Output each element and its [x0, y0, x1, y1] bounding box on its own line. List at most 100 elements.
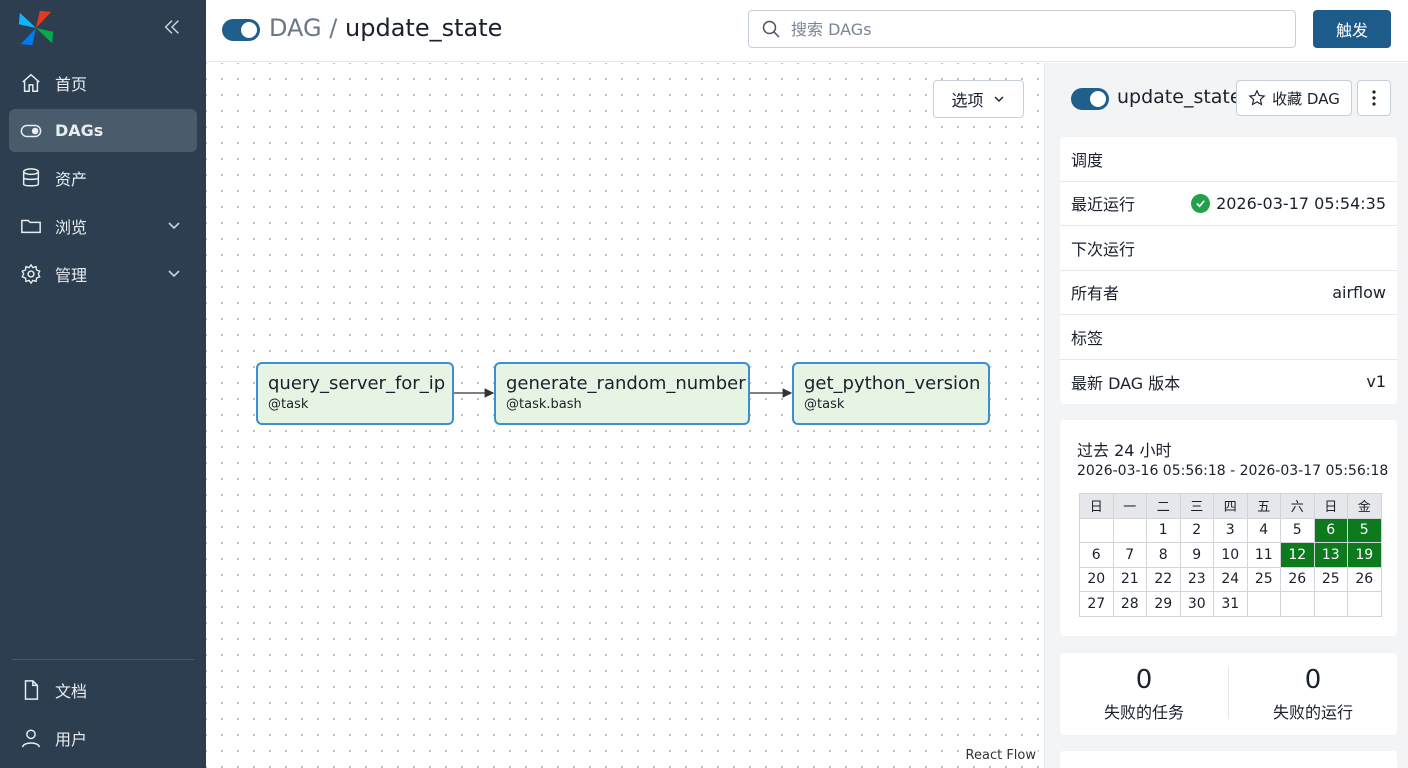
dag-pause-toggle[interactable]: [222, 19, 260, 41]
breadcrumb-separator: /: [329, 14, 338, 42]
sidebar-item-label: 资产: [55, 169, 88, 189]
sidebar-item-label: 管理: [55, 265, 88, 285]
dag-pause-toggle[interactable]: [1071, 88, 1109, 110]
calendar-day[interactable]: 1: [1146, 517, 1181, 543]
calendar-day[interactable]: 19: [1347, 542, 1382, 568]
sidebar-item-assets[interactable]: 资产: [9, 156, 197, 199]
calendar-day[interactable]: 23: [1179, 566, 1214, 592]
task-node[interactable]: query_server_for_ip @task: [256, 362, 454, 425]
task-node[interactable]: get_python_version @task: [792, 362, 990, 425]
calendar-day[interactable]: 25: [1246, 566, 1281, 592]
react-flow-attribution[interactable]: React Flow: [963, 747, 1038, 764]
more-options-button[interactable]: [1357, 80, 1391, 116]
sidebar-item-admin[interactable]: 管理: [9, 252, 197, 295]
calendar-day[interactable]: 21: [1112, 566, 1147, 592]
calendar-day[interactable]: 11: [1246, 542, 1281, 568]
collapse-sidebar-icon[interactable]: [160, 16, 184, 40]
calendar-day[interactable]: 30: [1179, 591, 1214, 617]
info-value: airflow: [1332, 282, 1386, 302]
calendar-weekday: 一: [1112, 493, 1147, 519]
favorite-label: 收藏 DAG: [1272, 89, 1340, 108]
calendar-weekday: 日: [1079, 493, 1114, 519]
page-header: DAG / update_state 触发: [206, 0, 1408, 62]
star-icon: [1248, 89, 1266, 106]
calendar-day[interactable]: 7: [1112, 542, 1147, 568]
calendar-day[interactable]: 13: [1313, 542, 1348, 568]
sidebar-item-browse[interactable]: 浏览: [9, 204, 197, 247]
document-icon: [19, 678, 43, 702]
task-type: @task.bash: [506, 397, 582, 412]
calendar-day[interactable]: 4: [1246, 517, 1281, 543]
info-label: 最近运行: [1071, 195, 1136, 215]
calendar-weekday: 日: [1313, 493, 1348, 519]
sidebar-item-label: 浏览: [55, 217, 88, 237]
calendar-day: [1280, 591, 1315, 617]
sidebar-item-docs[interactable]: 文档: [9, 668, 197, 711]
calendar-day[interactable]: 10: [1213, 542, 1248, 568]
favorite-dag-button[interactable]: 收藏 DAG: [1236, 80, 1352, 116]
last-run-link[interactable]: 2026-03-17 05:54:35: [1216, 194, 1386, 213]
options-button[interactable]: 选项: [933, 80, 1024, 118]
info-value: v1: [1366, 372, 1386, 392]
task-name: generate_random_number: [506, 373, 746, 394]
search-input[interactable]: [791, 19, 1271, 39]
sidebar-item-home[interactable]: 首页: [9, 61, 197, 104]
airflow-logo-icon[interactable]: [17, 9, 55, 47]
more-vertical-icon: [1372, 90, 1376, 106]
next-card: [1060, 751, 1397, 768]
gear-icon: [19, 262, 43, 286]
calendar-day[interactable]: 20: [1079, 566, 1114, 592]
sidebar-item-user[interactable]: 用户: [9, 716, 197, 759]
calendar-day[interactable]: 27: [1079, 591, 1114, 617]
stat-value: 0: [1304, 665, 1322, 695]
calendar-weekday: 六: [1280, 493, 1315, 519]
sidebar-item-dags[interactable]: DAGs: [9, 109, 197, 152]
calendar-day[interactable]: 22: [1146, 566, 1181, 592]
chevron-down-icon: [168, 222, 180, 230]
calendar-day[interactable]: 28: [1112, 591, 1147, 617]
task-node[interactable]: generate_random_number @task.bash: [494, 362, 750, 425]
calendar-weekday: 四: [1213, 493, 1248, 519]
calendar-weekday: 金: [1347, 493, 1382, 519]
folder-icon: [19, 214, 43, 238]
calendar-day[interactable]: 6: [1079, 542, 1114, 568]
dag-toggle-icon: [19, 119, 43, 143]
calendar-day[interactable]: 3: [1213, 517, 1248, 543]
calendar-day[interactable]: 8: [1146, 542, 1181, 568]
trigger-button[interactable]: 触发: [1313, 10, 1391, 48]
home-icon: [19, 71, 43, 95]
dag-info-card: 调度 最近运行 2026-03-17 05:54:35 下次运行 所有者 air…: [1060, 137, 1397, 404]
stat-failed-runs[interactable]: 0 失败的运行: [1229, 653, 1397, 735]
task-name: query_server_for_ip: [268, 373, 446, 394]
calendar-weekday: 二: [1146, 493, 1181, 519]
calendar-title: 过去 24 小时: [1077, 441, 1172, 460]
info-label: 标签: [1071, 328, 1104, 348]
calendar-day[interactable]: 26: [1280, 566, 1315, 592]
breadcrumb-current: update_state: [345, 14, 503, 42]
info-row-schedule: 调度: [1060, 137, 1397, 182]
stat-failed-tasks[interactable]: 0 失败的任务: [1060, 653, 1228, 735]
calendar-day[interactable]: 5: [1280, 517, 1315, 543]
breadcrumb-root[interactable]: DAG: [269, 14, 322, 42]
graph-canvas[interactable]: 选项 query_server_for_ip @task generate_ra…: [206, 63, 1044, 768]
calendar-day[interactable]: 31: [1213, 591, 1248, 617]
calendar-day[interactable]: 12: [1280, 542, 1315, 568]
search-box[interactable]: [748, 10, 1296, 48]
calendar-day[interactable]: 25: [1313, 566, 1348, 592]
sidebar-item-label: DAGs: [55, 121, 104, 140]
chevron-down-icon: [168, 270, 180, 278]
calendar-day[interactable]: 2: [1179, 517, 1214, 543]
calendar-day[interactable]: 9: [1179, 542, 1214, 568]
info-row-last-run: 最近运行 2026-03-17 05:54:35: [1060, 182, 1397, 226]
calendar-day[interactable]: 5: [1347, 517, 1382, 543]
calendar-day[interactable]: 6: [1313, 517, 1348, 543]
task-type: @task: [268, 397, 309, 412]
calendar-day[interactable]: 29: [1146, 591, 1181, 617]
calendar-day[interactable]: 26: [1347, 566, 1382, 592]
calendar-day[interactable]: 24: [1213, 566, 1248, 592]
sidebar-divider: [12, 659, 194, 660]
stat-label: 失败的任务: [1103, 703, 1184, 722]
calendar-weekday: 三: [1179, 493, 1214, 519]
sidebar-item-label: 文档: [55, 681, 88, 701]
info-label: 所有者: [1071, 284, 1120, 304]
